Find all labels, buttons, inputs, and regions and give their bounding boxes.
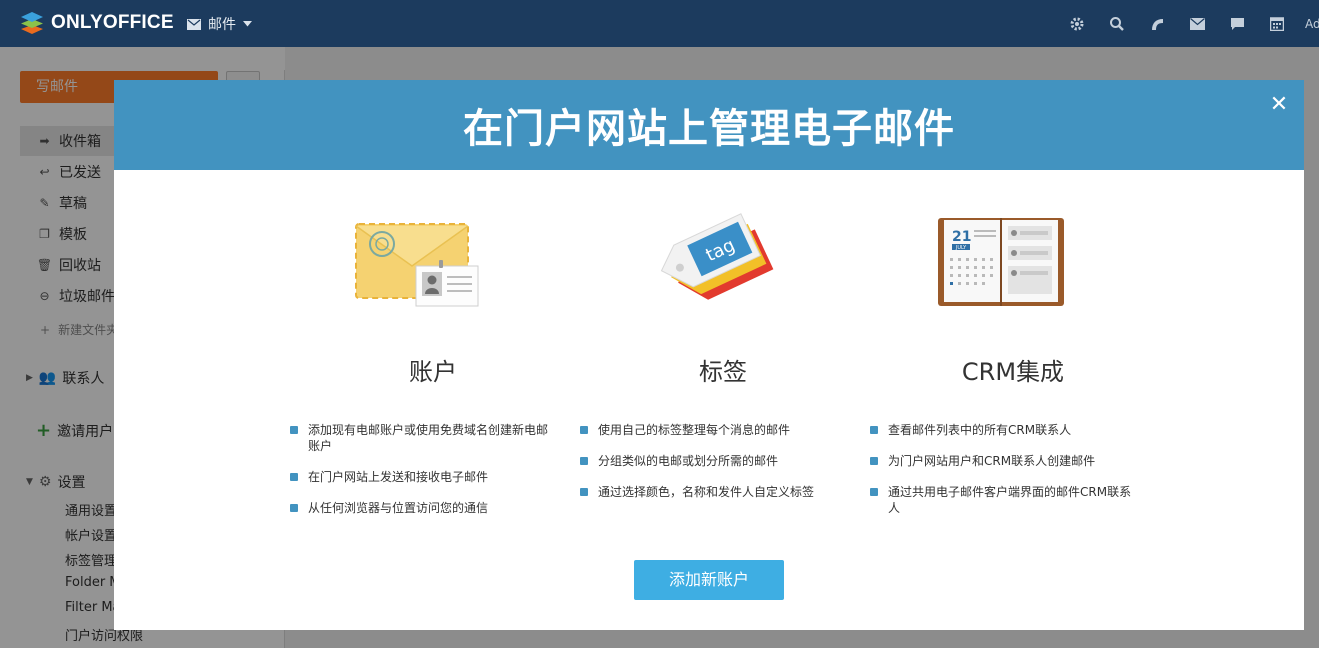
bullet-item: 从任何浏览器与位置访问您的通信 bbox=[288, 500, 558, 516]
bullet-item: 在门户网站上发送和接收电子邮件 bbox=[288, 469, 558, 485]
add-account-button[interactable]: 添加新账户 bbox=[634, 560, 784, 600]
calendar-month: JULY bbox=[955, 245, 967, 251]
close-button[interactable]: ✕ bbox=[1268, 94, 1290, 116]
onlyoffice-logo[interactable]: ONLYOFFICE bbox=[19, 11, 174, 35]
bullet-item: 添加现有电邮账户或使用免费域名创建新电邮账户 bbox=[288, 422, 558, 454]
logo-text: ONLYOFFICE bbox=[51, 12, 174, 33]
chevron-down-icon bbox=[243, 21, 252, 27]
user-menu[interactable]: Ad bbox=[1297, 17, 1319, 31]
gear-icon[interactable] bbox=[1057, 0, 1097, 47]
chat-icon[interactable] bbox=[1217, 0, 1257, 47]
bullet-item: 为门户网站用户和CRM联系人创建邮件 bbox=[868, 453, 1138, 469]
envelope-icon bbox=[187, 18, 201, 30]
tag-illustration-icon: tag bbox=[660, 213, 774, 300]
feature-title: 标签 bbox=[699, 358, 747, 386]
envelope-illustration-icon bbox=[355, 223, 479, 307]
calendar-day: 21 bbox=[952, 229, 971, 245]
mail-icon[interactable] bbox=[1177, 0, 1217, 47]
dialog-title: 在门户网站上管理电子邮件 bbox=[463, 106, 955, 152]
bullet-item: 使用自己的标签整理每个消息的邮件 bbox=[578, 422, 848, 438]
bullet-item: 分组类似的电邮或划分所需的邮件 bbox=[578, 453, 848, 469]
module-switcher[interactable]: 邮件 bbox=[187, 14, 252, 34]
feature-title: CRM集成 bbox=[961, 358, 1065, 386]
feature-bullets: 查看邮件列表中的所有CRM联系人 为门户网站用户和CRM联系人创建邮件 通过共用… bbox=[868, 422, 1158, 531]
feature-bullets: 使用自己的标签整理每个消息的邮件 分组类似的电邮或划分所需的邮件 通过选择颜色，… bbox=[578, 422, 868, 515]
top-navigation-bar: ONLYOFFICE 邮件 Ad bbox=[0, 0, 1319, 47]
search-icon[interactable] bbox=[1097, 0, 1137, 47]
feed-icon[interactable] bbox=[1137, 0, 1177, 47]
top-icons-group: Ad bbox=[1057, 0, 1319, 47]
welcome-dialog: 在门户网站上管理电子邮件 ✕ 账户 添加现有电邮账户或使用免费域名创建新电邮账户… bbox=[114, 80, 1304, 630]
bullet-item: 通过共用电子邮件客户端界面的邮件CRM联系人 bbox=[868, 484, 1138, 516]
feature-title: 账户 bbox=[409, 358, 457, 386]
module-label: 邮件 bbox=[208, 17, 236, 33]
logo-mark-icon bbox=[21, 12, 43, 34]
calendar-icon[interactable] bbox=[1257, 0, 1297, 47]
feature-bullets: 添加现有电邮账户或使用免费域名创建新电邮账户 在门户网站上发送和接收电子邮件 从… bbox=[288, 422, 578, 531]
bullet-item: 查看邮件列表中的所有CRM联系人 bbox=[868, 422, 1138, 438]
organizer-illustration-icon: 21 JULY bbox=[938, 218, 1064, 306]
dialog-header: 在门户网站上管理电子邮件 bbox=[114, 80, 1304, 170]
bullet-item: 通过选择颜色，名称和发件人自定义标签 bbox=[578, 484, 848, 500]
